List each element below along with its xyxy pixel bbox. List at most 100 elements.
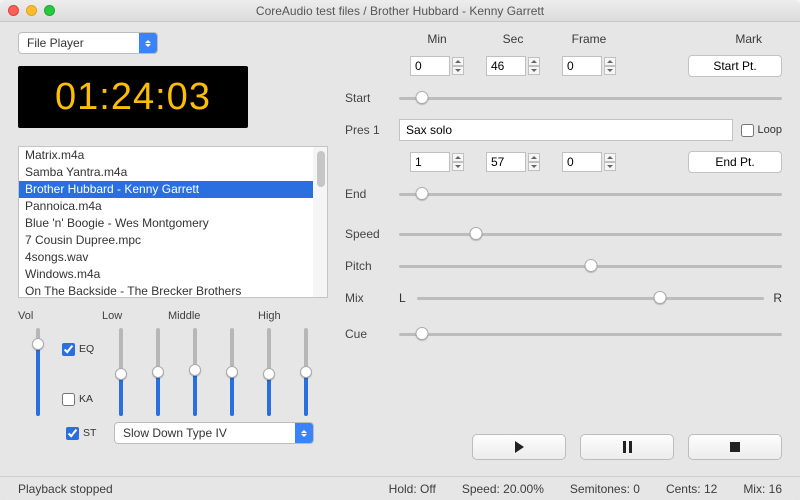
playlist-item[interactable]: Matrix.m4a [19,147,327,164]
mix-left-label: L [399,291,417,305]
mix-slider[interactable] [417,289,764,307]
start-point-button[interactable]: Start Pt. [688,55,782,77]
close-icon[interactable] [8,5,19,16]
chevron-up-icon[interactable] [528,153,540,162]
minimize-icon[interactable] [26,5,37,16]
playlist-item[interactable]: Blue 'n' Boogie - Wes Montgomery [19,215,327,232]
mix-label: Mix [345,291,399,305]
end-min-stepper[interactable] [410,152,464,172]
pause-button[interactable] [580,434,674,460]
end-label: End [345,187,399,201]
start-frame-input[interactable] [562,56,602,76]
pitch-label: Pitch [345,259,399,273]
playlist-item[interactable]: Windows.m4a [19,266,327,283]
titlebar: CoreAudio test files / Brother Hubbard -… [0,0,800,22]
end-frame-stepper[interactable] [562,152,616,172]
end-point-button[interactable]: End Pt. [688,151,782,173]
eq-slider-6[interactable] [295,328,317,416]
playlist-item[interactable]: Samba Yantra.m4a [19,164,327,181]
status-playback: Playback stopped [18,482,113,496]
eq-checkbox[interactable]: EQ [62,343,98,356]
end-frame-input[interactable] [562,152,602,172]
high-label: High [224,310,281,322]
vol-label: Vol [18,310,56,322]
status-speed: Speed: 20.00% [462,482,544,496]
start-min-input[interactable] [410,56,450,76]
start-sec-input[interactable] [486,56,526,76]
eq-slider-2[interactable] [147,328,169,416]
playlist-item[interactable]: On The Backside - The Brecker Brothers [19,283,327,298]
cue-label: Cue [345,327,399,341]
status-hold: Hold: Off [389,482,436,496]
preset-label: Pres 1 [345,123,399,137]
min-header: Min [399,32,475,46]
chevrons-icon [139,33,157,53]
slow-type-label: Slow Down Type IV [115,426,295,440]
status-mix: Mix: 16 [743,482,782,496]
playlist[interactable]: Matrix.m4aSamba Yantra.m4aBrother Hubbar… [18,146,328,298]
vol-slider[interactable] [27,328,49,416]
source-selector[interactable]: File Player [18,32,158,54]
status-cents: Cents: 12 [666,482,717,496]
loop-checkbox[interactable]: Loop [741,124,782,137]
start-min-stepper[interactable] [410,56,464,76]
pause-icon [623,441,632,453]
play-icon [515,441,524,453]
mark-header: Mark [627,32,782,46]
low-label: Low [56,310,140,322]
speed-slider[interactable] [399,225,782,243]
eq-slider-3[interactable] [184,328,206,416]
speed-label: Speed [345,227,399,241]
playlist-item[interactable]: 4songs.wav [19,249,327,266]
eq-slider-1[interactable] [110,328,132,416]
chevron-up-icon[interactable] [452,57,464,66]
status-bar: Playback stopped Hold: Off Speed: 20.00%… [0,476,800,500]
end-min-input[interactable] [410,152,450,172]
scrollbar-thumb[interactable] [317,151,325,187]
mix-right-label: R [764,291,782,305]
frame-header: Frame [551,32,627,46]
status-semitones: Semitones: 0 [570,482,640,496]
end-sec-stepper[interactable] [486,152,540,172]
start-frame-stepper[interactable] [562,56,616,76]
chevrons-icon [295,423,313,443]
start-sec-stepper[interactable] [486,56,540,76]
stop-button[interactable] [688,434,782,460]
app-window: CoreAudio test files / Brother Hubbard -… [0,0,800,500]
chevron-down-icon[interactable] [452,162,464,171]
playlist-item[interactable]: Pannoica.m4a [19,198,327,215]
playlist-item[interactable]: Brother Hubbard - Kenny Garrett [19,181,327,198]
chevron-up-icon[interactable] [604,57,616,66]
eq-slider-5[interactable] [258,328,280,416]
end-sec-input[interactable] [486,152,526,172]
playlist-scrollbar[interactable] [313,147,327,297]
chevron-down-icon[interactable] [528,162,540,171]
sec-header: Sec [475,32,551,46]
window-controls [8,5,55,16]
pitch-slider[interactable] [399,257,782,275]
mid-label: Middle [140,310,224,322]
chevron-down-icon[interactable] [604,66,616,75]
zoom-icon[interactable] [44,5,55,16]
chevron-down-icon[interactable] [528,66,540,75]
stop-icon [730,442,740,452]
playlist-item[interactable]: 7 Cousin Dupree.mpc [19,232,327,249]
st-checkbox[interactable]: ST [66,427,106,440]
chevron-up-icon[interactable] [452,153,464,162]
start-label: Start [345,91,399,105]
source-selector-label: File Player [19,36,139,50]
start-slider[interactable] [399,89,782,107]
chevron-down-icon[interactable] [452,66,464,75]
window-title: CoreAudio test files / Brother Hubbard -… [256,4,544,18]
preset-name-input[interactable] [399,119,733,141]
time-display: 01:24:03 [18,66,248,128]
chevron-up-icon[interactable] [528,57,540,66]
play-button[interactable] [472,434,566,460]
chevron-down-icon[interactable] [604,162,616,171]
end-slider[interactable] [399,185,782,203]
cue-slider[interactable] [399,325,782,343]
chevron-up-icon[interactable] [604,153,616,162]
slow-type-selector[interactable]: Slow Down Type IV [114,422,314,444]
ka-checkbox[interactable]: KA [62,393,98,406]
eq-slider-4[interactable] [221,328,243,416]
